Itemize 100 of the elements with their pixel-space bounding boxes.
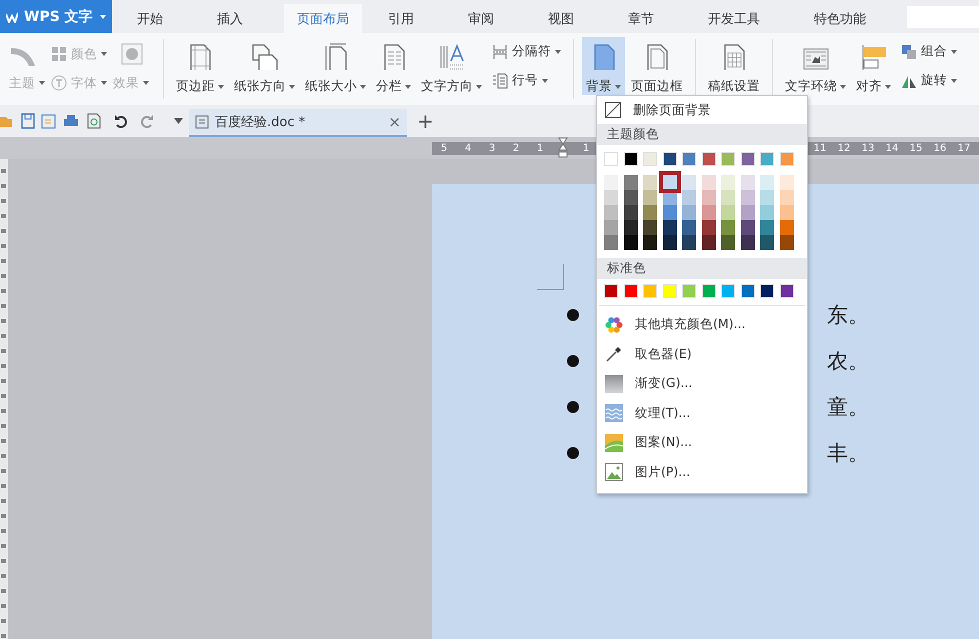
color-swatch[interactable] xyxy=(643,205,657,220)
color-swatch[interactable] xyxy=(702,175,716,190)
caret-icon xyxy=(951,78,957,82)
color-swatch[interactable] xyxy=(604,175,618,190)
color-swatch[interactable] xyxy=(721,175,735,190)
indent-marker-icon[interactable] xyxy=(558,137,568,159)
color-swatch[interactable] xyxy=(643,220,657,235)
color-swatch[interactable] xyxy=(760,235,774,250)
ribbon-tab[interactable]: 开发工具 xyxy=(695,4,773,33)
document-tab[interactable]: 百度经验.doc * × xyxy=(189,109,407,137)
color-swatch[interactable] xyxy=(662,235,676,250)
ribbon-tab[interactable]: 审阅 xyxy=(455,4,507,33)
color-swatch[interactable] xyxy=(721,220,735,235)
section-header: 标准色 xyxy=(597,258,807,279)
ribbon-button[interactable]: 稿纸设置 xyxy=(704,37,764,95)
ribbon-button[interactable]: 背景 xyxy=(582,37,625,95)
caret-icon xyxy=(405,84,411,88)
ribbon-button[interactable]: 组合 xyxy=(898,41,960,62)
ribbon-button[interactable]: 行号 xyxy=(489,70,564,91)
color-swatch[interactable] xyxy=(604,190,618,205)
color-swatch[interactable] xyxy=(658,171,680,193)
ribbon-button[interactable]: 对齐 xyxy=(852,37,895,95)
page-break-icon xyxy=(492,44,508,60)
ribbon-tab[interactable]: 特色功能 xyxy=(801,4,879,33)
color-swatch[interactable] xyxy=(702,205,716,220)
ribbon-button[interactable]: 旋转 xyxy=(898,70,960,91)
color-swatch[interactable] xyxy=(682,175,696,190)
caret-icon[interactable] xyxy=(174,118,183,124)
color-swatch[interactable] xyxy=(780,220,794,235)
close-tab-button[interactable]: × xyxy=(388,113,401,131)
ribbon-tab[interactable]: 视图 xyxy=(535,4,587,33)
menu-item[interactable]: 图案(N)... xyxy=(597,428,807,458)
ribbon-button[interactable]: 分栏 xyxy=(372,37,415,95)
new-tab-button[interactable]: + xyxy=(413,109,438,133)
color-swatch[interactable] xyxy=(624,220,638,235)
ribbon-tab[interactable]: 章节 xyxy=(615,4,667,33)
caret-icon xyxy=(39,81,45,86)
caret-icon xyxy=(289,84,295,88)
color-swatch[interactable] xyxy=(740,235,754,250)
color-swatch[interactable] xyxy=(682,235,696,250)
ribbon-tab[interactable]: 引用 xyxy=(375,4,427,33)
caret-icon xyxy=(542,78,548,82)
document-icon xyxy=(195,115,209,129)
color-swatch[interactable] xyxy=(643,235,657,250)
ribbon-button[interactable]: 文字方向 xyxy=(417,37,486,95)
color-swatch[interactable] xyxy=(702,220,716,235)
bullet-text: 童。 xyxy=(827,394,869,421)
eyedropper-icon xyxy=(605,345,623,364)
color-swatch[interactable] xyxy=(604,205,618,220)
color-swatch[interactable] xyxy=(760,205,774,220)
ribbon-button[interactable]: 纸张大小 xyxy=(301,37,370,95)
color-swatch[interactable] xyxy=(740,190,754,205)
color-swatch[interactable] xyxy=(682,220,696,235)
ribbon-tab[interactable]: 开始 xyxy=(124,4,176,33)
app-menu-button[interactable]: WPS 文字 xyxy=(0,0,112,33)
caret-icon xyxy=(555,50,561,54)
color-swatch[interactable] xyxy=(624,190,638,205)
color-swatch[interactable] xyxy=(662,205,676,220)
menu-item[interactable]: 纹理(T)... xyxy=(597,398,807,428)
color-swatch[interactable] xyxy=(780,235,794,250)
bullet-dot xyxy=(567,447,579,459)
caret-icon xyxy=(218,84,224,88)
color-swatch[interactable] xyxy=(643,190,657,205)
color-swatch[interactable] xyxy=(604,235,618,250)
menu-item[interactable]: 其他填充颜色(M)... xyxy=(597,310,807,340)
color-swatch[interactable] xyxy=(721,235,735,250)
align-icon xyxy=(860,43,888,70)
menu-item[interactable]: 取色器(E) xyxy=(597,340,807,369)
color-swatch[interactable] xyxy=(780,205,794,220)
ribbon-button[interactable]: 页面边框 xyxy=(627,37,687,95)
menu-item[interactable]: 渐变(G)... xyxy=(597,369,807,398)
color-swatch[interactable] xyxy=(682,190,696,205)
color-swatch[interactable] xyxy=(760,220,774,235)
color-swatch[interactable] xyxy=(780,175,794,190)
ribbon-button[interactable]: 分隔符 xyxy=(489,41,564,62)
color-swatch[interactable] xyxy=(760,175,774,190)
color-swatch[interactable] xyxy=(702,190,716,205)
color-wheel-icon xyxy=(605,316,623,334)
color-swatch[interactable] xyxy=(721,190,735,205)
color-swatch[interactable] xyxy=(740,205,754,220)
color-swatch[interactable] xyxy=(662,220,676,235)
color-swatch[interactable] xyxy=(643,175,657,190)
color-swatch[interactable] xyxy=(624,235,638,250)
color-swatch[interactable] xyxy=(740,220,754,235)
ribbon-tab[interactable]: 页面布局 xyxy=(284,4,362,33)
color-swatch[interactable] xyxy=(702,235,716,250)
menu-item[interactable]: 删除页面背景 xyxy=(597,98,807,122)
color-swatch[interactable] xyxy=(721,205,735,220)
menu-item[interactable]: 图片(P)... xyxy=(597,458,807,487)
color-swatch[interactable] xyxy=(760,190,774,205)
ribbon-button[interactable]: 页边距 xyxy=(172,37,228,95)
color-swatch[interactable] xyxy=(604,220,618,235)
ribbon-button[interactable]: 文字环绕 xyxy=(781,37,850,95)
color-swatch[interactable] xyxy=(780,190,794,205)
color-swatch[interactable] xyxy=(682,205,696,220)
color-swatch[interactable] xyxy=(740,175,754,190)
ribbon-tab[interactable]: 插入 xyxy=(204,4,256,33)
color-swatch[interactable] xyxy=(624,175,638,190)
color-swatch[interactable] xyxy=(624,205,638,220)
ribbon-button[interactable]: 纸张方向 xyxy=(230,37,299,95)
